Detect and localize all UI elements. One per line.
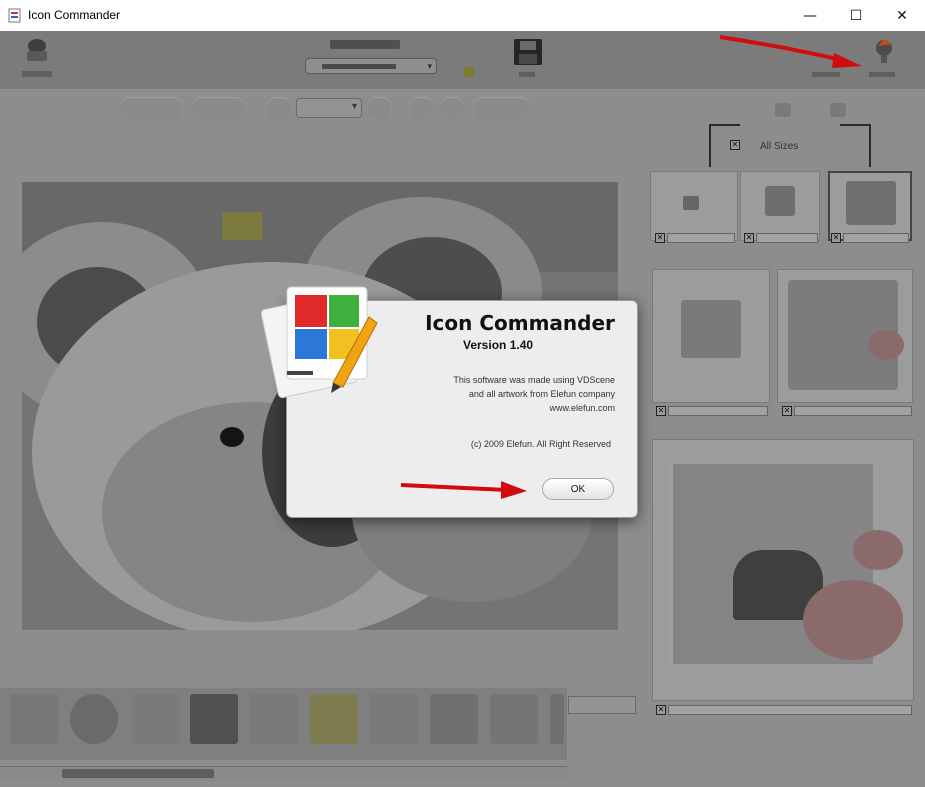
maximize-button[interactable]: ☐	[833, 0, 879, 31]
size-16-preview	[683, 196, 699, 210]
size-48-preview	[846, 181, 896, 225]
chevron-down-icon: ▾	[427, 61, 432, 71]
dialog-copyright: (c) 2009 Elefun. All Right Reserved	[470, 439, 611, 449]
window-title: Icon Commander	[28, 8, 121, 22]
size-64-checkbox[interactable]: ✕	[656, 406, 666, 416]
size-256-caption	[668, 705, 912, 715]
thumbnail-9[interactable]	[490, 694, 538, 744]
zoom-in-button[interactable]	[367, 97, 391, 119]
dialog-description-line-3: www.elefun.com	[549, 403, 615, 413]
thumbnail-10[interactable]	[550, 694, 564, 744]
zoom-fit-button[interactable]	[120, 97, 182, 119]
thumbnail-5[interactable]	[250, 694, 298, 744]
pointer-arrow-ok	[400, 481, 527, 499]
size-64-caption	[668, 406, 768, 416]
all-sizes-checkbox[interactable]: ✕	[730, 140, 740, 150]
format-label	[330, 40, 400, 49]
size-128-checkbox[interactable]: ✕	[782, 406, 792, 416]
close-icon: ✕	[896, 7, 908, 24]
dialog-description-line-2: and all artwork from Elefun company	[468, 389, 615, 399]
all-sizes-label: All Sizes	[760, 141, 799, 152]
dialog-title: Icon Commander	[425, 311, 615, 335]
size-256-tile[interactable]	[652, 439, 914, 701]
heart-decoration-mid	[853, 530, 903, 570]
size-tree-lines	[709, 124, 871, 167]
save-label-placeholder	[519, 72, 535, 77]
thumbnail-7[interactable]	[370, 694, 418, 744]
pointer-arrow-top	[719, 35, 862, 68]
background-button[interactable]	[440, 97, 464, 119]
size-32-caption	[756, 233, 818, 243]
maximize-icon: ☐	[849, 7, 863, 24]
thumbnail-4[interactable]	[190, 694, 238, 744]
open-label-placeholder	[22, 71, 52, 77]
size-256-checkbox[interactable]: ✕	[656, 705, 666, 715]
title-bar: Icon Commander — ☐ ✕	[0, 0, 925, 32]
size-tree-icon-right	[830, 103, 846, 117]
horizontal-scrollbar[interactable]	[0, 766, 567, 781]
size-16-caption	[667, 233, 735, 243]
size-16-checkbox[interactable]: ✕	[655, 233, 665, 243]
size-48-tile[interactable]	[828, 171, 912, 241]
app-icon	[8, 8, 21, 23]
preview-button[interactable]	[474, 97, 530, 119]
about-dialog: Icon Commander Version 1.40 This softwar…	[261, 286, 638, 518]
heart-decoration-large	[803, 580, 903, 660]
save-icon[interactable]	[513, 38, 543, 66]
help-label-placeholder	[869, 72, 895, 77]
minimize-icon: —	[803, 7, 817, 24]
icon-sizes-panel: ✕ All Sizes ✕ ✕ ✕ ✕ ✕ ✕	[640, 89, 925, 787]
size-32-preview	[765, 186, 795, 216]
strip-side-button[interactable]	[568, 696, 636, 714]
close-button[interactable]: ✕	[879, 0, 925, 31]
thumbnail-6[interactable]	[310, 694, 358, 744]
ok-button[interactable]: OK	[542, 478, 614, 500]
chevron-down-icon: ▾	[351, 101, 357, 112]
thumbnail-1[interactable]	[10, 694, 58, 744]
status-icon	[464, 67, 474, 77]
thumbnail-2[interactable]	[70, 694, 118, 744]
size-16-tile[interactable]	[650, 171, 738, 241]
zoom-select[interactable]: ▾	[296, 98, 362, 118]
commander-logo-icon	[261, 286, 378, 399]
minimize-button[interactable]: —	[787, 0, 833, 31]
size-128-tile[interactable]	[777, 269, 913, 403]
size-48-caption	[843, 233, 909, 243]
toolbar: ▾	[0, 31, 925, 89]
zoom-out-button[interactable]	[267, 97, 291, 119]
grid-button[interactable]	[410, 97, 434, 119]
size-64-preview	[681, 300, 741, 358]
zoom-toolbar: ▾	[0, 89, 640, 135]
format-select-value	[322, 64, 396, 69]
about-label-placeholder	[812, 72, 840, 77]
help-icon[interactable]	[870, 36, 898, 64]
size-tree-icon-left	[775, 103, 791, 117]
heart-decoration	[868, 330, 904, 360]
size-128-caption	[794, 406, 912, 416]
dialog-description-line-1: This software was made using VDScene	[453, 375, 615, 385]
size-32-tile[interactable]	[740, 171, 820, 241]
thumbnail-8[interactable]	[430, 694, 478, 744]
size-48-checkbox[interactable]: ✕	[831, 233, 841, 243]
size-64-tile[interactable]	[652, 269, 770, 403]
thumbnail-3[interactable]	[132, 694, 180, 744]
format-select[interactable]: ▾	[305, 58, 437, 74]
size-32-checkbox[interactable]: ✕	[744, 233, 754, 243]
open-icon[interactable]	[22, 37, 52, 63]
dialog-version: Version 1.40	[463, 338, 534, 352]
zoom-actual-button[interactable]	[192, 97, 244, 119]
scrollbar-thumb[interactable]	[62, 769, 214, 778]
